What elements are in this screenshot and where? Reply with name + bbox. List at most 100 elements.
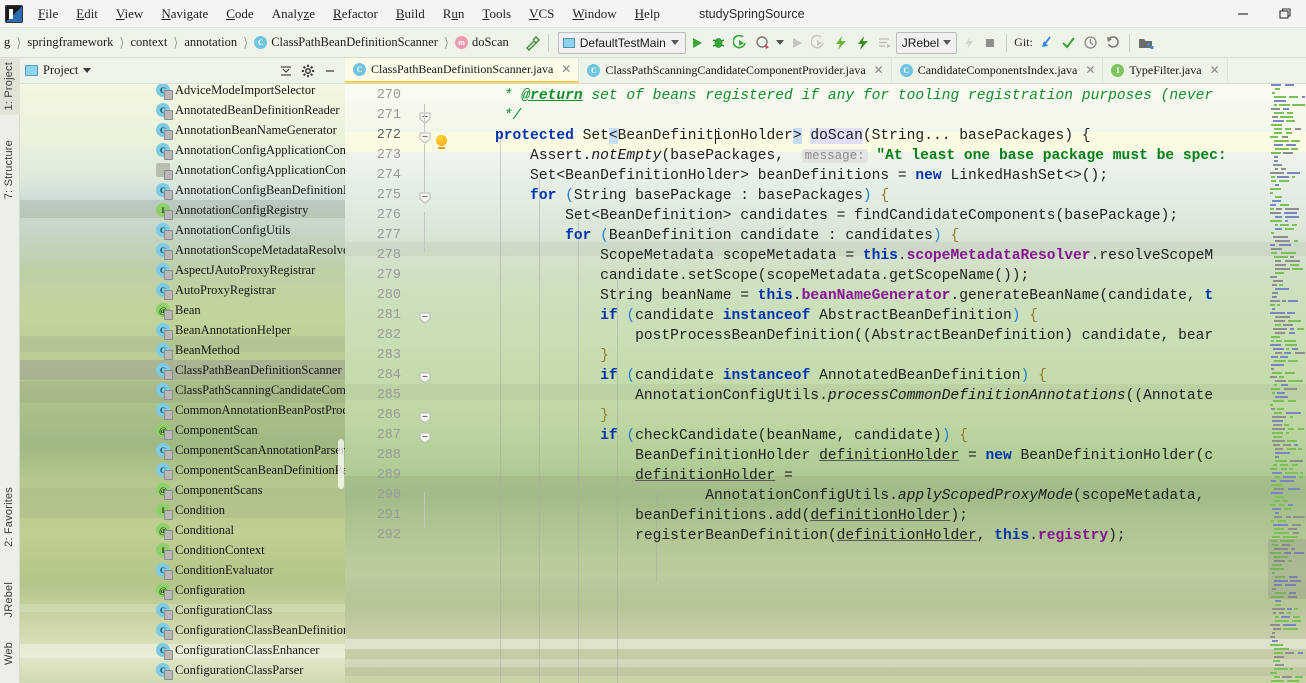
editor-tab-typefilter[interactable]: I TypeFilter.java ✕ [1103, 58, 1228, 83]
tree-item-configurationclass[interactable]: C ConfigurationClass [20, 600, 345, 620]
editor-tab-classpathscanningcandidatecomponentprovider[interactable]: C ClassPathScanningCandidateComponentProv… [579, 58, 892, 83]
fold-marker-icon[interactable] [419, 192, 431, 204]
tree-item-annotationconfigapplicationcontext[interactable]: CAnnotationConfigApplicationContext [20, 140, 345, 160]
tree-item-beanmethod[interactable]: C BeanMethod [20, 340, 345, 360]
tree-item-componentscanannotationparser[interactable]: C ComponentScanAnnotationParser [20, 440, 345, 460]
hide-panel-icon[interactable] [320, 61, 340, 81]
menu-vcs[interactable]: VCS [520, 2, 563, 26]
menu-tools[interactable]: Tools [473, 2, 520, 26]
breadcrumb-item-class[interactable]: C ClassPathBeanDefinitionScanner [250, 35, 442, 50]
tree-item-conditional[interactable]: @ Conditional [20, 520, 345, 540]
project-tree[interactable]: C AdviceModeImportSelector C AnnotatedBeanD… [20, 84, 345, 683]
menu-navigate[interactable]: Navigate [152, 2, 217, 26]
tree-item-aspectjautoproxyregistrar[interactable]: C AspectJAutoProxyRegistrar [20, 260, 345, 280]
tree-item-annotationconfigregistry[interactable]: I AnnotationConfigRegistry [20, 200, 345, 220]
collapse-all-icon[interactable] [276, 61, 296, 81]
tree-item-annotationscopemetadataresolver[interactable]: C AnnotationScopeMetadataResolver [20, 240, 345, 260]
build-hammer-icon[interactable] [521, 32, 543, 54]
close-icon[interactable]: ✕ [1085, 63, 1095, 78]
minimize-button[interactable] [1222, 0, 1264, 28]
chevron-down-icon[interactable] [774, 32, 786, 54]
maximize-button[interactable] [1264, 0, 1306, 28]
settings-gear-icon[interactable] [298, 61, 318, 81]
tree-item-annotationconfigutils[interactable]: C AnnotationConfigUtils [20, 220, 345, 240]
fold-marker-icon[interactable] [419, 112, 431, 124]
jrebel-selector[interactable]: JRebel [895, 31, 958, 54]
menu-refactor[interactable]: Refactor [324, 2, 387, 26]
chevron-down-icon[interactable] [83, 68, 92, 73]
tree-item-annotatedbeandefinitionreader[interactable]: C AnnotatedBeanDefinitionReader [20, 100, 345, 120]
breadcrumb-item-context[interactable]: context [127, 35, 172, 50]
tree-item-conditioncontext[interactable]: I ConditionContext [20, 540, 345, 560]
run-with-coverage-icon[interactable] [730, 32, 752, 54]
rollback-icon[interactable] [1102, 32, 1124, 54]
fold-marker-icon[interactable] [419, 432, 431, 444]
menu-build[interactable]: Build [387, 2, 434, 26]
editor-gutter[interactable]: 270 271 272 273 274 275 276 277 278 279 280 281 282 2… [345, 84, 460, 683]
attach-debugger-icon[interactable] [808, 32, 830, 54]
update-project-icon[interactable] [1036, 32, 1058, 54]
fold-marker-icon[interactable] [419, 312, 431, 324]
tree-item-condition[interactable]: I Condition [20, 500, 345, 520]
intention-bulb-icon[interactable] [436, 135, 447, 149]
tool-tab-favorites[interactable]: 2: Favorites [0, 483, 20, 551]
jrebel-debug-icon[interactable] [852, 32, 874, 54]
minimap-viewport[interactable] [1268, 539, 1306, 599]
editor-tab-classpathbeandefinitionscanner[interactable]: C ClassPathBeanDefinitionScanner.java ✕ [345, 58, 580, 83]
menu-window[interactable]: Window [563, 2, 625, 26]
editor-tab-candidatecomponentsindex[interactable]: C CandidateComponentsIndex.java ✕ [892, 58, 1104, 83]
tree-item-componentscans[interactable]: @ ComponentScans [20, 480, 345, 500]
breadcrumb-item-annotation[interactable]: annotation [180, 35, 241, 50]
run-configuration-selector[interactable]: DefaultTestMain [557, 31, 686, 54]
profile-icon[interactable] [752, 32, 774, 54]
menu-help[interactable]: Help [626, 2, 669, 26]
debug-icon[interactable] [708, 32, 730, 54]
close-icon[interactable]: ✕ [561, 62, 571, 77]
tree-item-annotationconfigbeandefinitionparser[interactable]: CAnnotationConfigBeanDefinitionParser [20, 180, 345, 200]
menu-view[interactable]: View [107, 2, 152, 26]
tool-tab-web[interactable]: Web [0, 638, 20, 669]
fold-marker-icon[interactable] [419, 372, 431, 384]
tool-tab-jrebel[interactable]: JRebel [0, 578, 20, 621]
menu-run[interactable]: Run [434, 2, 474, 26]
stop-icon[interactable] [957, 32, 979, 54]
tree-item-classpathscanningcandidatecomponentprovider[interactable]: CClassPathScanningCandidateComponentProv… [20, 380, 345, 400]
code-editor[interactable]: 270 271 272 273 274 275 276 277 278 279 280 281 282 2… [345, 84, 1306, 683]
breadcrumb-item-method[interactable]: m doScan [451, 35, 513, 50]
tree-item-classpathbeandefinitionscanner[interactable]: C ClassPathBeanDefinitionScanner [20, 360, 345, 380]
fold-marker-icon[interactable] [419, 412, 431, 424]
menu-analyze[interactable]: Analyze [263, 2, 324, 26]
editor-code-area[interactable]: * @return set of beans registered if any… [460, 84, 1306, 683]
menu-file[interactable]: File [29, 2, 67, 26]
tree-item-annotationconfigapplicationcontexttests[interactable]: AnnotationConfigApplicationContextTests [20, 160, 345, 180]
tool-tab-project[interactable]: 1: Project [0, 58, 20, 115]
tree-item-componentscan[interactable]: @ ComponentScan [20, 420, 345, 440]
tree-item-conditionevaluator[interactable]: C ConditionEvaluator [20, 560, 345, 580]
tree-item-configurationclassbeandefinitionreader[interactable]: CConfigurationClassBeanDefinitionReader [20, 620, 345, 640]
close-icon[interactable]: ✕ [874, 63, 884, 78]
tree-item-advicemodeimportselector[interactable]: C AdviceModeImportSelector [20, 84, 345, 100]
tree-item-annotationbeannamegenerator[interactable]: C AnnotationBeanNameGenerator [20, 120, 345, 140]
tree-scrollbar[interactable] [338, 439, 344, 489]
breadcrumb-item-springframework[interactable]: springframework [23, 35, 117, 50]
run-dashboard-icon[interactable] [874, 32, 896, 54]
menu-code[interactable]: Code [217, 2, 262, 26]
rerun-icon[interactable] [786, 32, 808, 54]
tree-item-componentscanbeandefinitionparser[interactable]: CComponentScanBeanDefinitionParser [20, 460, 345, 480]
tree-item-commonannotationbeanpostprocessor[interactable]: CCommonAnnotationBeanPostProcessor [20, 400, 345, 420]
breadcrumb-item-0[interactable]: g [0, 35, 14, 50]
fold-marker-icon[interactable] [419, 132, 431, 144]
tree-item-configuration[interactable]: @ Configuration [20, 580, 345, 600]
close-icon[interactable]: ✕ [1210, 63, 1220, 78]
menu-edit[interactable]: Edit [67, 2, 107, 26]
tool-tab-structure[interactable]: 7: Structure [0, 136, 20, 203]
tree-item-configurationclassparser[interactable]: C ConfigurationClassParser [20, 660, 345, 680]
tree-item-beanannotationhelper[interactable]: C BeanAnnotationHelper [20, 320, 345, 340]
stop-square-icon[interactable] [979, 32, 1001, 54]
tree-item-autoproxyregistrar[interactable]: C AutoProxyRegistrar [20, 280, 345, 300]
jrebel-run-icon[interactable] [830, 32, 852, 54]
run-icon[interactable] [686, 32, 708, 54]
editor-minimap[interactable] [1268, 84, 1306, 683]
tree-item-bean[interactable]: @ Bean [20, 300, 345, 320]
search-everywhere-icon[interactable] [1135, 32, 1157, 54]
